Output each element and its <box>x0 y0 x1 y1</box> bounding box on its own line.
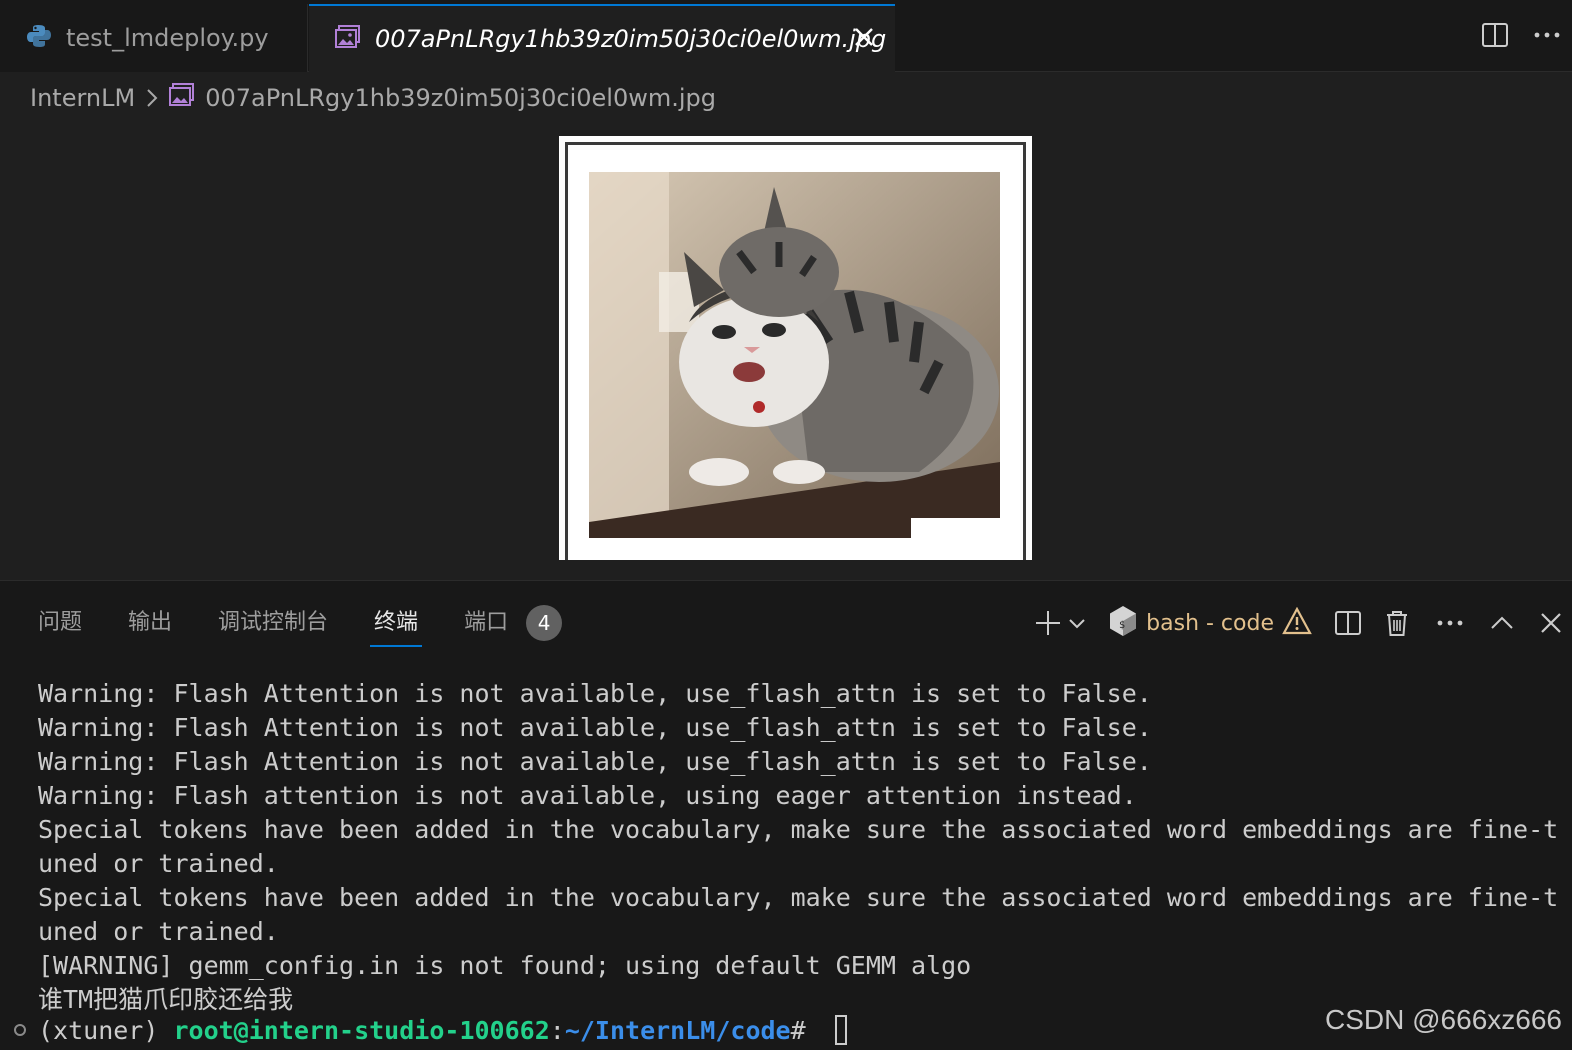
chevron-down-icon[interactable] <box>1068 601 1086 645</box>
tab-ports[interactable]: 端口 4 <box>464 601 563 645</box>
image-preview <box>559 136 1032 560</box>
terminal-line: uned or trained. <box>38 917 279 946</box>
trash-icon[interactable] <box>1384 601 1410 645</box>
terminal-line: Warning: Flash Attention is not availabl… <box>38 713 1152 742</box>
command-status-icon <box>14 1024 26 1036</box>
editor-tab-bar: test_lmdeploy.py 007aPnLRgy1hb39z0im50j3… <box>0 0 1572 72</box>
close-panel-icon[interactable] <box>1540 601 1562 645</box>
terminal-name: bash - code <box>1146 610 1274 636</box>
prompt-env: (xtuner) <box>38 1015 174 1045</box>
terminal-line: Warning: Flash attention is not availabl… <box>38 781 1137 810</box>
image-viewer <box>0 120 1572 580</box>
tab-problems[interactable]: 问题 <box>38 601 82 645</box>
prompt-user-host: root@intern-studio-100662 <box>173 1015 550 1045</box>
more-actions-icon[interactable] <box>1530 18 1564 52</box>
terminal-prompt[interactable]: (xtuner) root@intern-studio-100662 : ~/I… <box>14 1015 847 1045</box>
bottom-panel: 问题 输出 调试控制台 终端 端口 4 $ bash - code Warnin… <box>0 580 1572 1050</box>
prompt-path: ~/InternLM/code <box>564 1015 791 1045</box>
terminal-line: [WARNING] gemm_config.in is not found; u… <box>38 951 972 980</box>
image-file-icon <box>335 25 361 53</box>
tab-output[interactable]: 输出 <box>128 601 172 645</box>
terminal-output[interactable]: Warning: Flash Attention is not availabl… <box>38 677 1558 1017</box>
split-terminal-icon[interactable] <box>1334 601 1362 645</box>
ports-count-badge: 4 <box>526 605 563 641</box>
tab-ports-label: 端口 <box>464 610 509 635</box>
more-actions-icon[interactable] <box>1436 601 1464 645</box>
tab-label: 007aPnLRgy1hb39z0im50j30ci0el0wm.jpg <box>375 25 887 53</box>
editor-actions <box>1478 18 1564 52</box>
terminal-line: uned or trained. <box>38 849 279 878</box>
tab-debug-console[interactable]: 调试控制台 <box>218 601 328 645</box>
cat-photo <box>589 172 1000 538</box>
terminal-cursor <box>834 1015 847 1045</box>
maximize-panel-icon[interactable] <box>1490 601 1514 645</box>
breadcrumb: InternLM 007aPnLRgy1hb39z0im50j30ci0el0w… <box>30 78 716 118</box>
breadcrumb-folder[interactable]: InternLM <box>30 84 135 112</box>
terminal-line: Warning: Flash Attention is not availabl… <box>38 679 1152 708</box>
tab-test-lmdeploy[interactable]: test_lmdeploy.py <box>0 4 308 72</box>
terminal-line: Special tokens have been added in the vo… <box>38 815 1559 844</box>
svg-text:$: $ <box>1119 620 1125 631</box>
tab-image-file[interactable]: 007aPnLRgy1hb39z0im50j30ci0el0wm.jpg <box>309 4 895 72</box>
chevron-right-icon <box>145 88 159 108</box>
breadcrumb-file[interactable]: 007aPnLRgy1hb39z0im50j30ci0el0wm.jpg <box>205 84 716 112</box>
tab-terminal[interactable]: 终端 <box>370 601 423 647</box>
tab-label: test_lmdeploy.py <box>66 24 269 52</box>
watermark: CSDN @666xz666 <box>1325 1004 1562 1035</box>
warning-icon <box>1282 606 1312 639</box>
panel-tabs: 问题 输出 调试控制台 终端 端口 4 <box>38 601 563 647</box>
image-file-icon <box>169 83 195 113</box>
python-file-icon <box>26 23 52 53</box>
new-terminal-icon[interactable] <box>1034 601 1062 645</box>
split-editor-icon[interactable] <box>1478 18 1512 52</box>
prompt-symbol: # <box>790 1015 821 1045</box>
prompt-colon: : <box>549 1015 565 1045</box>
bash-shell-icon: $ <box>1108 605 1138 641</box>
terminal-line: Special tokens have been added in the vo… <box>38 883 1559 912</box>
terminal-line: Warning: Flash Attention is not availabl… <box>38 747 1152 776</box>
close-icon[interactable] <box>847 20 881 54</box>
panel-actions: $ bash - code <box>1020 601 1562 645</box>
terminal-selector[interactable]: $ bash - code <box>1108 601 1312 645</box>
